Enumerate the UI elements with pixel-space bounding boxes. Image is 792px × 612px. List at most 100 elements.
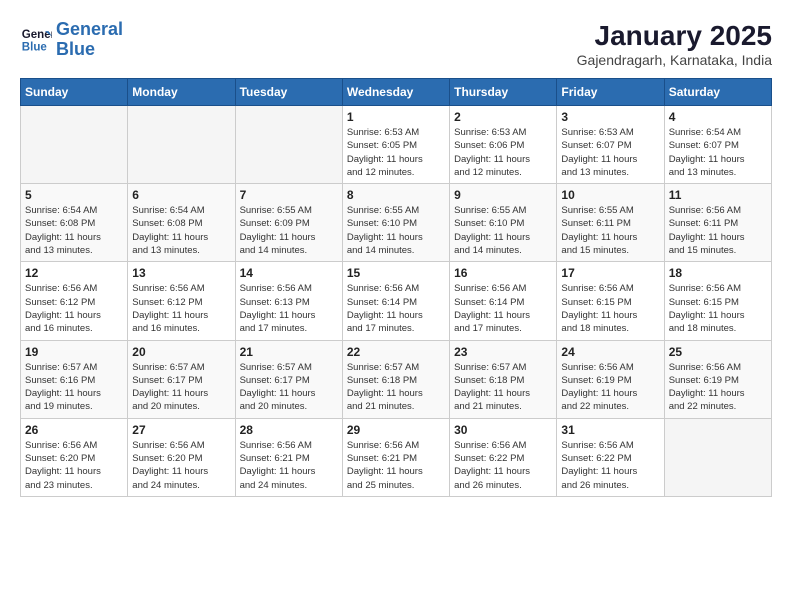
day-info: Sunrise: 6:53 AM Sunset: 6:07 PM Dayligh… xyxy=(561,126,659,179)
day-number: 12 xyxy=(25,266,123,280)
day-number: 18 xyxy=(669,266,767,280)
calendar-cell: 31 Sunrise: 6:56 AM Sunset: 6:22 PM Dayli… xyxy=(557,418,664,496)
calendar-cell: 20 Sunrise: 6:57 AM Sunset: 6:17 PM Dayli… xyxy=(128,340,235,418)
svg-text:General: General xyxy=(22,29,52,41)
calendar-cell: 9 Sunrise: 6:55 AM Sunset: 6:10 PM Daylig… xyxy=(450,184,557,262)
day-info: Sunrise: 6:56 AM Sunset: 6:21 PM Dayligh… xyxy=(240,439,338,492)
day-number: 30 xyxy=(454,423,552,437)
day-info: Sunrise: 6:55 AM Sunset: 6:10 PM Dayligh… xyxy=(454,204,552,257)
logo-icon: General Blue xyxy=(20,24,52,56)
calendar-cell xyxy=(235,106,342,184)
day-info: Sunrise: 6:56 AM Sunset: 6:22 PM Dayligh… xyxy=(561,439,659,492)
calendar-table: SundayMondayTuesdayWednesdayThursdayFrid… xyxy=(20,78,772,497)
day-number: 19 xyxy=(25,345,123,359)
day-info: Sunrise: 6:55 AM Sunset: 6:11 PM Dayligh… xyxy=(561,204,659,257)
calendar-cell: 10 Sunrise: 6:55 AM Sunset: 6:11 PM Dayli… xyxy=(557,184,664,262)
day-number: 7 xyxy=(240,188,338,202)
day-info: Sunrise: 6:56 AM Sunset: 6:12 PM Dayligh… xyxy=(132,282,230,335)
day-info: Sunrise: 6:56 AM Sunset: 6:15 PM Dayligh… xyxy=(669,282,767,335)
logo: General Blue GeneralBlue xyxy=(20,20,123,60)
calendar-week-row: 5 Sunrise: 6:54 AM Sunset: 6:08 PM Daylig… xyxy=(21,184,772,262)
logo-text: GeneralBlue xyxy=(56,20,123,60)
day-number: 13 xyxy=(132,266,230,280)
day-number: 9 xyxy=(454,188,552,202)
calendar-cell: 27 Sunrise: 6:56 AM Sunset: 6:20 PM Dayli… xyxy=(128,418,235,496)
calendar-cell: 14Sunrise: 6:56 AM Sunset: 6:13 PM Dayli… xyxy=(235,262,342,340)
calendar-cell: 8 Sunrise: 6:55 AM Sunset: 6:10 PM Daylig… xyxy=(342,184,449,262)
day-info: Sunrise: 6:56 AM Sunset: 6:14 PM Dayligh… xyxy=(347,282,445,335)
day-info: Sunrise: 6:56 AM Sunset: 6:19 PM Dayligh… xyxy=(561,361,659,414)
svg-text:Blue: Blue xyxy=(22,41,48,53)
weekday-header-monday: Monday xyxy=(128,79,235,106)
day-info: Sunrise: 6:56 AM Sunset: 6:13 PM Dayligh… xyxy=(240,282,338,335)
day-info: Sunrise: 6:56 AM Sunset: 6:11 PM Dayligh… xyxy=(669,204,767,257)
day-number: 22 xyxy=(347,345,445,359)
calendar-cell: 29Sunrise: 6:56 AM Sunset: 6:21 PM Dayli… xyxy=(342,418,449,496)
calendar-cell: 30Sunrise: 6:56 AM Sunset: 6:22 PM Dayli… xyxy=(450,418,557,496)
day-number: 26 xyxy=(25,423,123,437)
day-number: 2 xyxy=(454,110,552,124)
day-info: Sunrise: 6:55 AM Sunset: 6:10 PM Dayligh… xyxy=(347,204,445,257)
weekday-header-thursday: Thursday xyxy=(450,79,557,106)
day-number: 27 xyxy=(132,423,230,437)
calendar-cell: 25 Sunrise: 6:56 AM Sunset: 6:19 PM Dayli… xyxy=(664,340,771,418)
day-info: Sunrise: 6:57 AM Sunset: 6:17 PM Dayligh… xyxy=(132,361,230,414)
calendar-cell: 15 Sunrise: 6:56 AM Sunset: 6:14 PM Dayli… xyxy=(342,262,449,340)
calendar-cell: 23 Sunrise: 6:57 AM Sunset: 6:18 PM Dayli… xyxy=(450,340,557,418)
weekday-header-tuesday: Tuesday xyxy=(235,79,342,106)
day-number: 10 xyxy=(561,188,659,202)
day-info: Sunrise: 6:56 AM Sunset: 6:19 PM Dayligh… xyxy=(669,361,767,414)
day-number: 25 xyxy=(669,345,767,359)
day-info: Sunrise: 6:54 AM Sunset: 6:08 PM Dayligh… xyxy=(25,204,123,257)
day-info: Sunrise: 6:56 AM Sunset: 6:20 PM Dayligh… xyxy=(132,439,230,492)
day-info: Sunrise: 6:56 AM Sunset: 6:21 PM Dayligh… xyxy=(347,439,445,492)
day-info: Sunrise: 6:53 AM Sunset: 6:05 PM Dayligh… xyxy=(347,126,445,179)
weekday-header-friday: Friday xyxy=(557,79,664,106)
calendar-cell: 3 Sunrise: 6:53 AM Sunset: 6:07 PM Daylig… xyxy=(557,106,664,184)
day-info: Sunrise: 6:57 AM Sunset: 6:18 PM Dayligh… xyxy=(454,361,552,414)
calendar-cell xyxy=(128,106,235,184)
day-info: Sunrise: 6:56 AM Sunset: 6:20 PM Dayligh… xyxy=(25,439,123,492)
weekday-header-sunday: Sunday xyxy=(21,79,128,106)
calendar-cell: 18 Sunrise: 6:56 AM Sunset: 6:15 PM Dayli… xyxy=(664,262,771,340)
day-info: Sunrise: 6:53 AM Sunset: 6:06 PM Dayligh… xyxy=(454,126,552,179)
day-number: 21 xyxy=(240,345,338,359)
location-subtitle: Gajendragarh, Karnataka, India xyxy=(577,52,772,68)
day-info: Sunrise: 6:57 AM Sunset: 6:18 PM Dayligh… xyxy=(347,361,445,414)
day-number: 31 xyxy=(561,423,659,437)
day-info: Sunrise: 6:56 AM Sunset: 6:14 PM Dayligh… xyxy=(454,282,552,335)
calendar-header-row: SundayMondayTuesdayWednesdayThursdayFrid… xyxy=(21,79,772,106)
calendar-cell xyxy=(664,418,771,496)
calendar-cell: 4Sunrise: 6:54 AM Sunset: 6:07 PM Daylig… xyxy=(664,106,771,184)
weekday-header-wednesday: Wednesday xyxy=(342,79,449,106)
calendar-cell: 19Sunrise: 6:57 AM Sunset: 6:16 PM Dayli… xyxy=(21,340,128,418)
weekday-header-saturday: Saturday xyxy=(664,79,771,106)
day-number: 15 xyxy=(347,266,445,280)
day-number: 20 xyxy=(132,345,230,359)
calendar-cell: 5 Sunrise: 6:54 AM Sunset: 6:08 PM Daylig… xyxy=(21,184,128,262)
day-number: 1 xyxy=(347,110,445,124)
page-header: General Blue GeneralBlue January 2025 Ga… xyxy=(20,20,772,68)
calendar-week-row: 19Sunrise: 6:57 AM Sunset: 6:16 PM Dayli… xyxy=(21,340,772,418)
day-number: 3 xyxy=(561,110,659,124)
day-number: 16 xyxy=(454,266,552,280)
day-info: Sunrise: 6:57 AM Sunset: 6:17 PM Dayligh… xyxy=(240,361,338,414)
day-number: 5 xyxy=(25,188,123,202)
calendar-cell: 17Sunrise: 6:56 AM Sunset: 6:15 PM Dayli… xyxy=(557,262,664,340)
calendar-cell: 22 Sunrise: 6:57 AM Sunset: 6:18 PM Dayli… xyxy=(342,340,449,418)
calendar-cell: 24Sunrise: 6:56 AM Sunset: 6:19 PM Dayli… xyxy=(557,340,664,418)
calendar-cell: 1 Sunrise: 6:53 AM Sunset: 6:05 PM Daylig… xyxy=(342,106,449,184)
day-info: Sunrise: 6:54 AM Sunset: 6:07 PM Dayligh… xyxy=(669,126,767,179)
day-number: 8 xyxy=(347,188,445,202)
calendar-cell xyxy=(21,106,128,184)
calendar-cell: 13 Sunrise: 6:56 AM Sunset: 6:12 PM Dayli… xyxy=(128,262,235,340)
calendar-cell: 12Sunrise: 6:56 AM Sunset: 6:12 PM Dayli… xyxy=(21,262,128,340)
title-block: January 2025 Gajendragarh, Karnataka, In… xyxy=(577,20,772,68)
day-info: Sunrise: 6:56 AM Sunset: 6:15 PM Dayligh… xyxy=(561,282,659,335)
day-number: 28 xyxy=(240,423,338,437)
calendar-cell: 7Sunrise: 6:55 AM Sunset: 6:09 PM Daylig… xyxy=(235,184,342,262)
calendar-cell: 11Sunrise: 6:56 AM Sunset: 6:11 PM Dayli… xyxy=(664,184,771,262)
calendar-cell: 6Sunrise: 6:54 AM Sunset: 6:08 PM Daylig… xyxy=(128,184,235,262)
day-number: 23 xyxy=(454,345,552,359)
calendar-week-row: 12 Sunrise: 6:56 AM Sunset: 6:12 PM Dayli… xyxy=(21,262,772,340)
